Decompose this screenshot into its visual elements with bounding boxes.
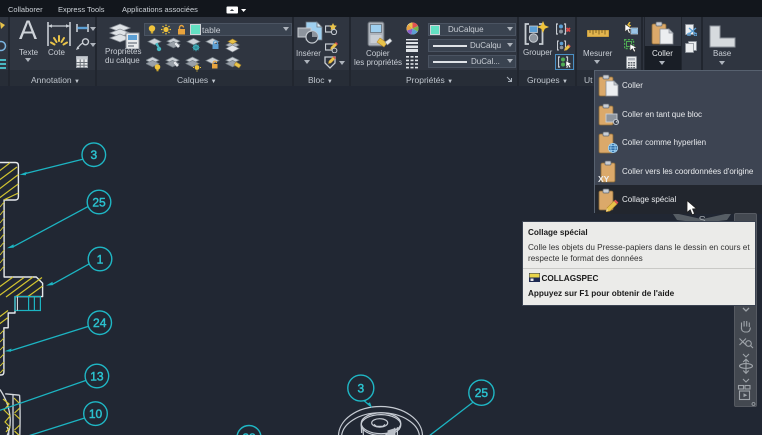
svg-text:10: 10 bbox=[89, 407, 103, 421]
svg-text:1: 1 bbox=[97, 252, 104, 266]
svg-text:XY: XY bbox=[598, 174, 610, 184]
svg-text:25: 25 bbox=[475, 386, 489, 400]
svg-text:3: 3 bbox=[357, 381, 364, 395]
svg-text:13: 13 bbox=[90, 369, 104, 383]
svg-text:24: 24 bbox=[93, 316, 107, 330]
svg-text:28: 28 bbox=[242, 431, 256, 435]
svg-text:25: 25 bbox=[92, 195, 106, 209]
svg-text:3: 3 bbox=[90, 148, 97, 162]
